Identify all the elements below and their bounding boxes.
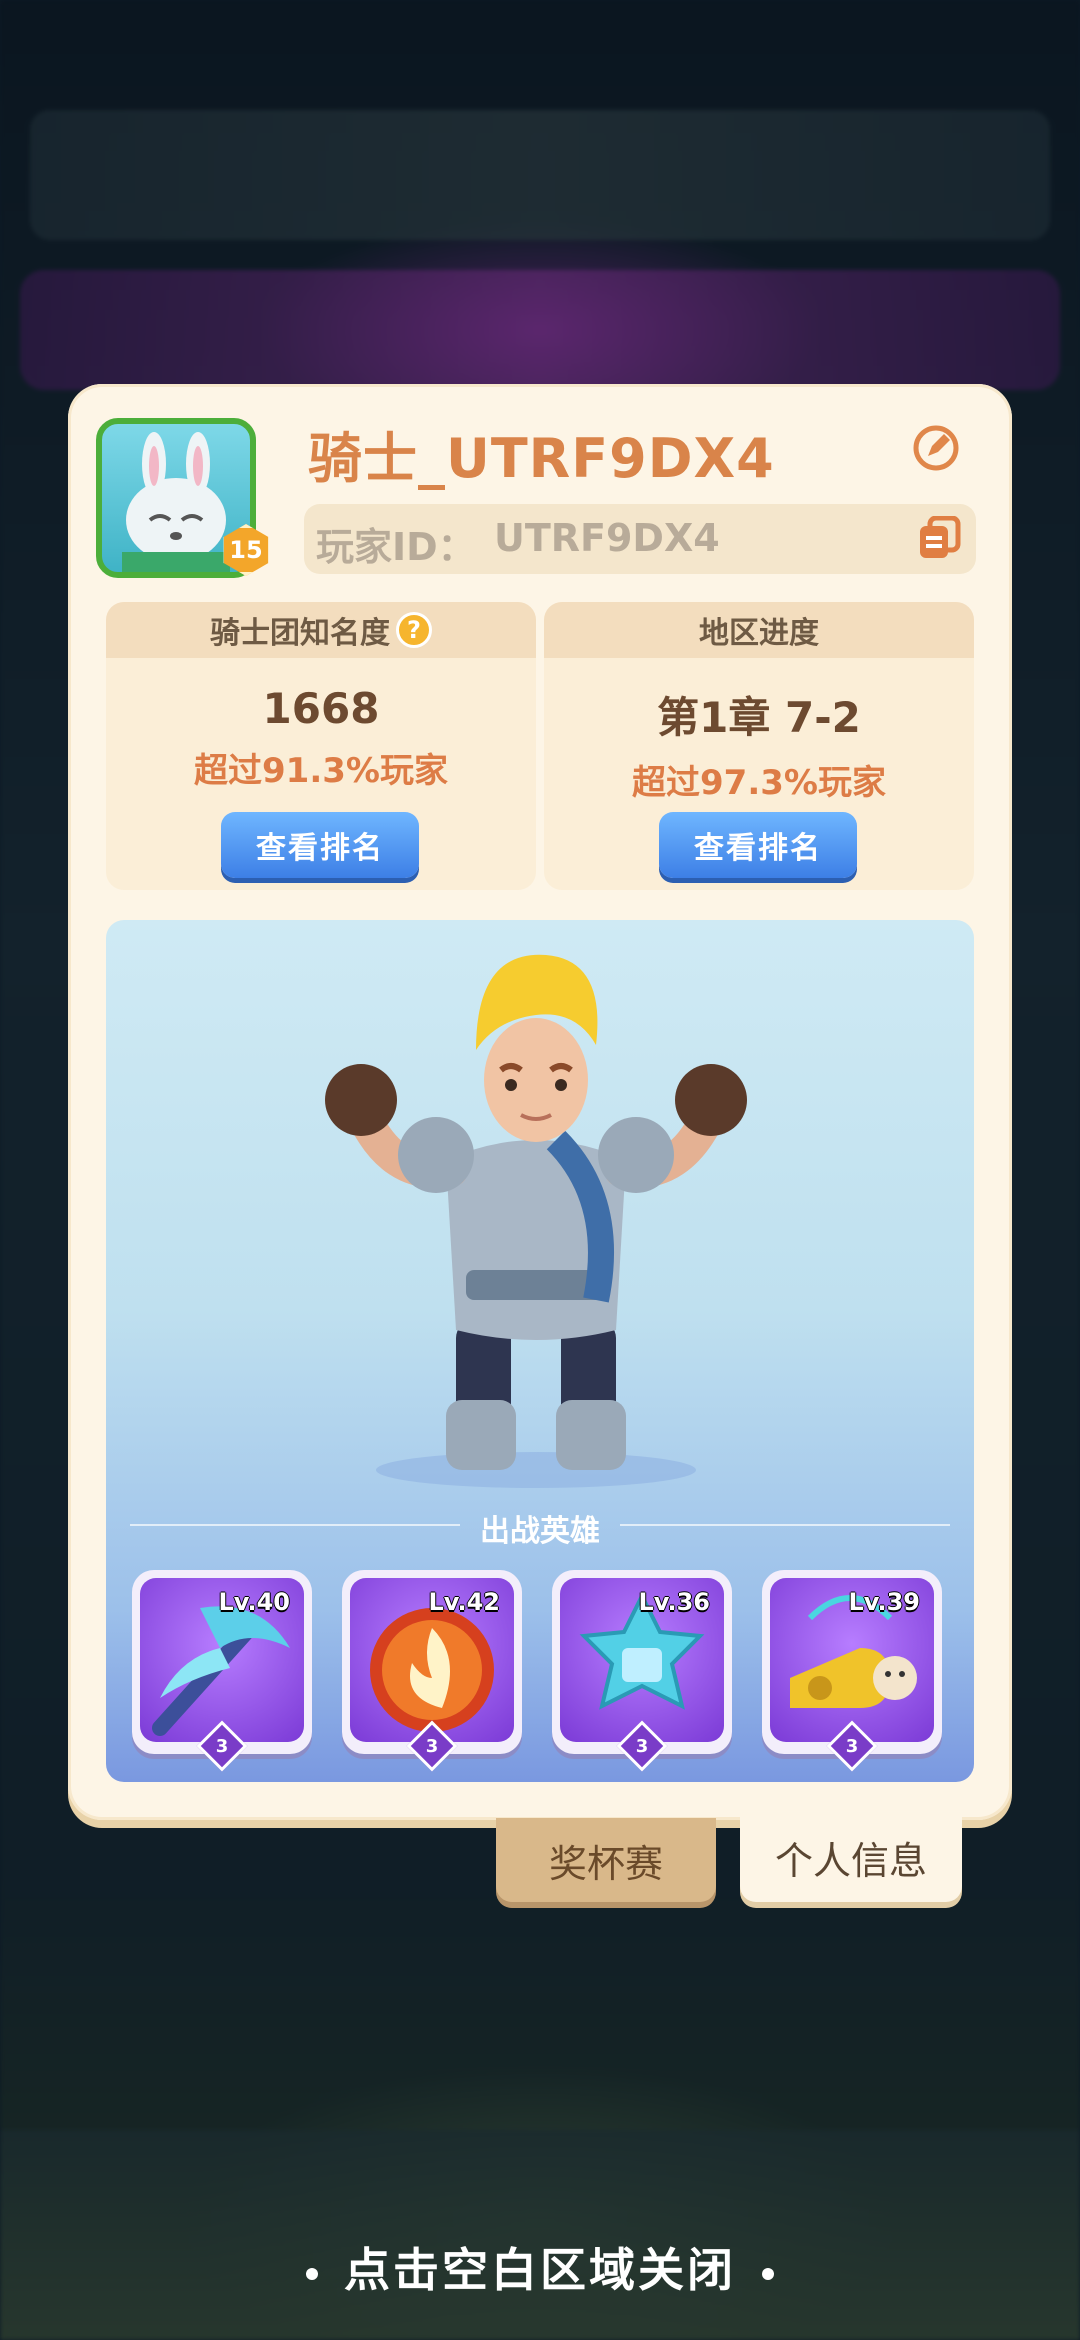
help-icon[interactable]: ? bbox=[396, 612, 432, 648]
region-progress-title: 地区进度 bbox=[699, 616, 819, 651]
player-profile-card: 15 骑士_UTRF9DX4 玩家ID： UTRF9DX4 骑士团知名度 ? 1… bbox=[68, 384, 1012, 1820]
hero-slot-4[interactable]: Lv.39 3 bbox=[762, 1570, 942, 1772]
bullet-dot-left bbox=[306, 2267, 318, 2280]
fame-stat-panel: 骑士团知名度 ? 1668 超过91.3%玩家 查看排名 bbox=[106, 602, 536, 890]
copy-id-icon[interactable] bbox=[916, 516, 962, 562]
hero-slot-3[interactable]: Lv.36 3 bbox=[552, 1570, 732, 1772]
hero-slot-2-frame: Lv.42 bbox=[350, 1578, 514, 1742]
player-id-value: UTRF9DX4 bbox=[494, 516, 720, 560]
hero-slot-3-stars: 3 bbox=[635, 1735, 649, 1757]
tab-trophy-cup[interactable]: 奖杯赛 bbox=[496, 1818, 716, 1902]
region-progress-header: 地区进度 bbox=[544, 602, 974, 658]
fame-stat-header: 骑士团知名度 ? bbox=[106, 602, 536, 658]
region-view-ranking-button[interactable]: 查看排名 bbox=[659, 812, 857, 878]
close-hint-text: 点击空白区域关闭 bbox=[344, 2243, 736, 2297]
bullet-dot-right bbox=[762, 2267, 774, 2280]
background-top-bar bbox=[30, 110, 1050, 240]
region-progress-percent: 超过97.3%玩家 bbox=[632, 763, 886, 803]
fame-stat-percent: 超过91.3%玩家 bbox=[194, 751, 448, 791]
player-name: 骑士_UTRF9DX4 bbox=[308, 427, 775, 490]
knight-hero-figure[interactable] bbox=[306, 940, 766, 1500]
hero-showcase-panel: 出战英雄 Lv.40 3 Lv.42 3 Lv.36 3 Lv.39 3 bbox=[106, 920, 974, 1782]
hero-slot-1-stars: 3 bbox=[215, 1735, 229, 1757]
hero-slot-4-stars: 3 bbox=[845, 1735, 859, 1757]
tab-personal-info[interactable]: 个人信息 bbox=[740, 1812, 962, 1902]
battle-heroes-title: 出战英雄 bbox=[480, 1514, 600, 1549]
region-progress-value: 第1章 7-2 bbox=[657, 693, 861, 742]
background-banner bbox=[20, 270, 1060, 390]
hero-slot-1-frame: Lv.40 bbox=[140, 1578, 304, 1742]
hero-slot-3-frame: Lv.36 bbox=[560, 1578, 724, 1742]
edit-name-icon[interactable] bbox=[910, 422, 962, 474]
hero-slot-4-frame: Lv.39 bbox=[770, 1578, 934, 1742]
player-id-label: 玩家ID： bbox=[316, 525, 476, 569]
fame-stat-value: 1668 bbox=[262, 684, 380, 733]
hero-slot-3-level: Lv.36 bbox=[638, 1588, 711, 1616]
hero-slot-1[interactable]: Lv.40 3 bbox=[132, 1570, 312, 1772]
player-id-row: 玩家ID： UTRF9DX4 bbox=[304, 504, 976, 574]
fame-view-ranking-button[interactable]: 查看排名 bbox=[221, 812, 419, 878]
hero-slot-2-level: Lv.42 bbox=[428, 1588, 501, 1616]
region-progress-panel: 地区进度 第1章 7-2 超过97.3%玩家 查看排名 bbox=[544, 602, 974, 890]
hero-slot-2-stars: 3 bbox=[425, 1735, 439, 1757]
close-hint: 点击空白区域关闭 bbox=[0, 2234, 1080, 2300]
fame-stat-title: 骑士团知名度 bbox=[210, 616, 390, 651]
hero-slot-4-level: Lv.39 bbox=[848, 1588, 921, 1616]
hero-slot-1-level: Lv.40 bbox=[218, 1588, 291, 1616]
hero-slot-2[interactable]: Lv.42 3 bbox=[342, 1570, 522, 1772]
